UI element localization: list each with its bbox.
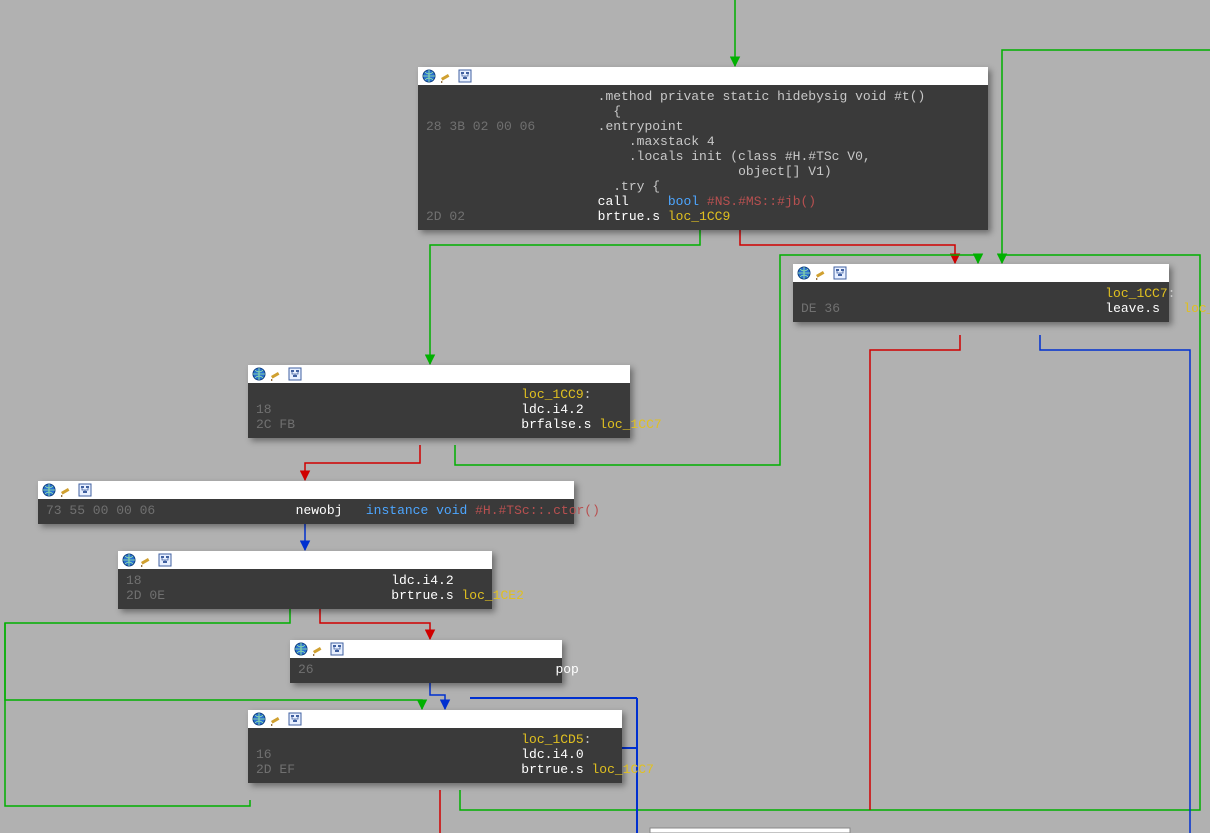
graph-icon[interactable] <box>158 553 172 567</box>
pencil-icon[interactable] <box>60 483 74 497</box>
block-entry[interactable]: .method private static hidebysig void #t… <box>418 67 988 230</box>
graph-icon[interactable] <box>833 266 847 280</box>
node-body: 26 pop <box>290 658 562 683</box>
block-loc-1cd5[interactable]: loc_1CD5:16 ldc.i4.02D EF brtrue.s loc_1… <box>248 710 622 783</box>
node-header[interactable] <box>118 551 492 569</box>
node-body: loc_1CC7:DE 36 leave.s loc_1CFF <box>793 282 1169 322</box>
node-body: 18 ldc.i4.22D 0E brtrue.s loc_1CE2 <box>118 569 492 609</box>
pencil-icon[interactable] <box>440 69 454 83</box>
node-header[interactable] <box>418 67 988 85</box>
node-header[interactable] <box>793 264 1169 282</box>
pencil-icon[interactable] <box>270 712 284 726</box>
graph-icon[interactable] <box>330 642 344 656</box>
block-pop[interactable]: 26 pop <box>290 640 562 683</box>
graph-icon[interactable] <box>288 367 302 381</box>
block-newobj[interactable]: 73 55 00 00 06 newobj instance void #H.#… <box>38 481 574 524</box>
globe-icon[interactable] <box>42 483 56 497</box>
graph-icon[interactable] <box>458 69 472 83</box>
graph-icon[interactable] <box>78 483 92 497</box>
pencil-icon[interactable] <box>312 642 326 656</box>
node-body: loc_1CD5:16 ldc.i4.02D EF brtrue.s loc_1… <box>248 728 622 783</box>
globe-icon[interactable] <box>294 642 308 656</box>
globe-icon[interactable] <box>252 712 266 726</box>
pencil-icon[interactable] <box>815 266 829 280</box>
node-body: loc_1CC9:18 ldc.i4.22C FB brfalse.s loc_… <box>248 383 630 438</box>
block-loc-1cc9[interactable]: loc_1CC9:18 ldc.i4.22C FB brfalse.s loc_… <box>248 365 630 438</box>
node-body: .method private static hidebysig void #t… <box>418 85 988 230</box>
node-header[interactable] <box>38 481 574 499</box>
globe-icon[interactable] <box>252 367 266 381</box>
pencil-icon[interactable] <box>140 553 154 567</box>
graph-icon[interactable] <box>288 712 302 726</box>
graph-canvas[interactable]: .method private static hidebysig void #t… <box>0 0 1210 833</box>
block-loc-1cc7[interactable]: loc_1CC7:DE 36 leave.s loc_1CFF <box>793 264 1169 322</box>
node-body: 73 55 00 00 06 newobj instance void #H.#… <box>38 499 574 524</box>
node-header[interactable] <box>290 640 562 658</box>
node-header[interactable] <box>248 710 622 728</box>
pencil-icon[interactable] <box>270 367 284 381</box>
node-header[interactable] <box>248 365 630 383</box>
block-ldc-brtrue[interactable]: 18 ldc.i4.22D 0E brtrue.s loc_1CE2 <box>118 551 492 609</box>
globe-icon[interactable] <box>797 266 811 280</box>
globe-icon[interactable] <box>422 69 436 83</box>
globe-icon[interactable] <box>122 553 136 567</box>
